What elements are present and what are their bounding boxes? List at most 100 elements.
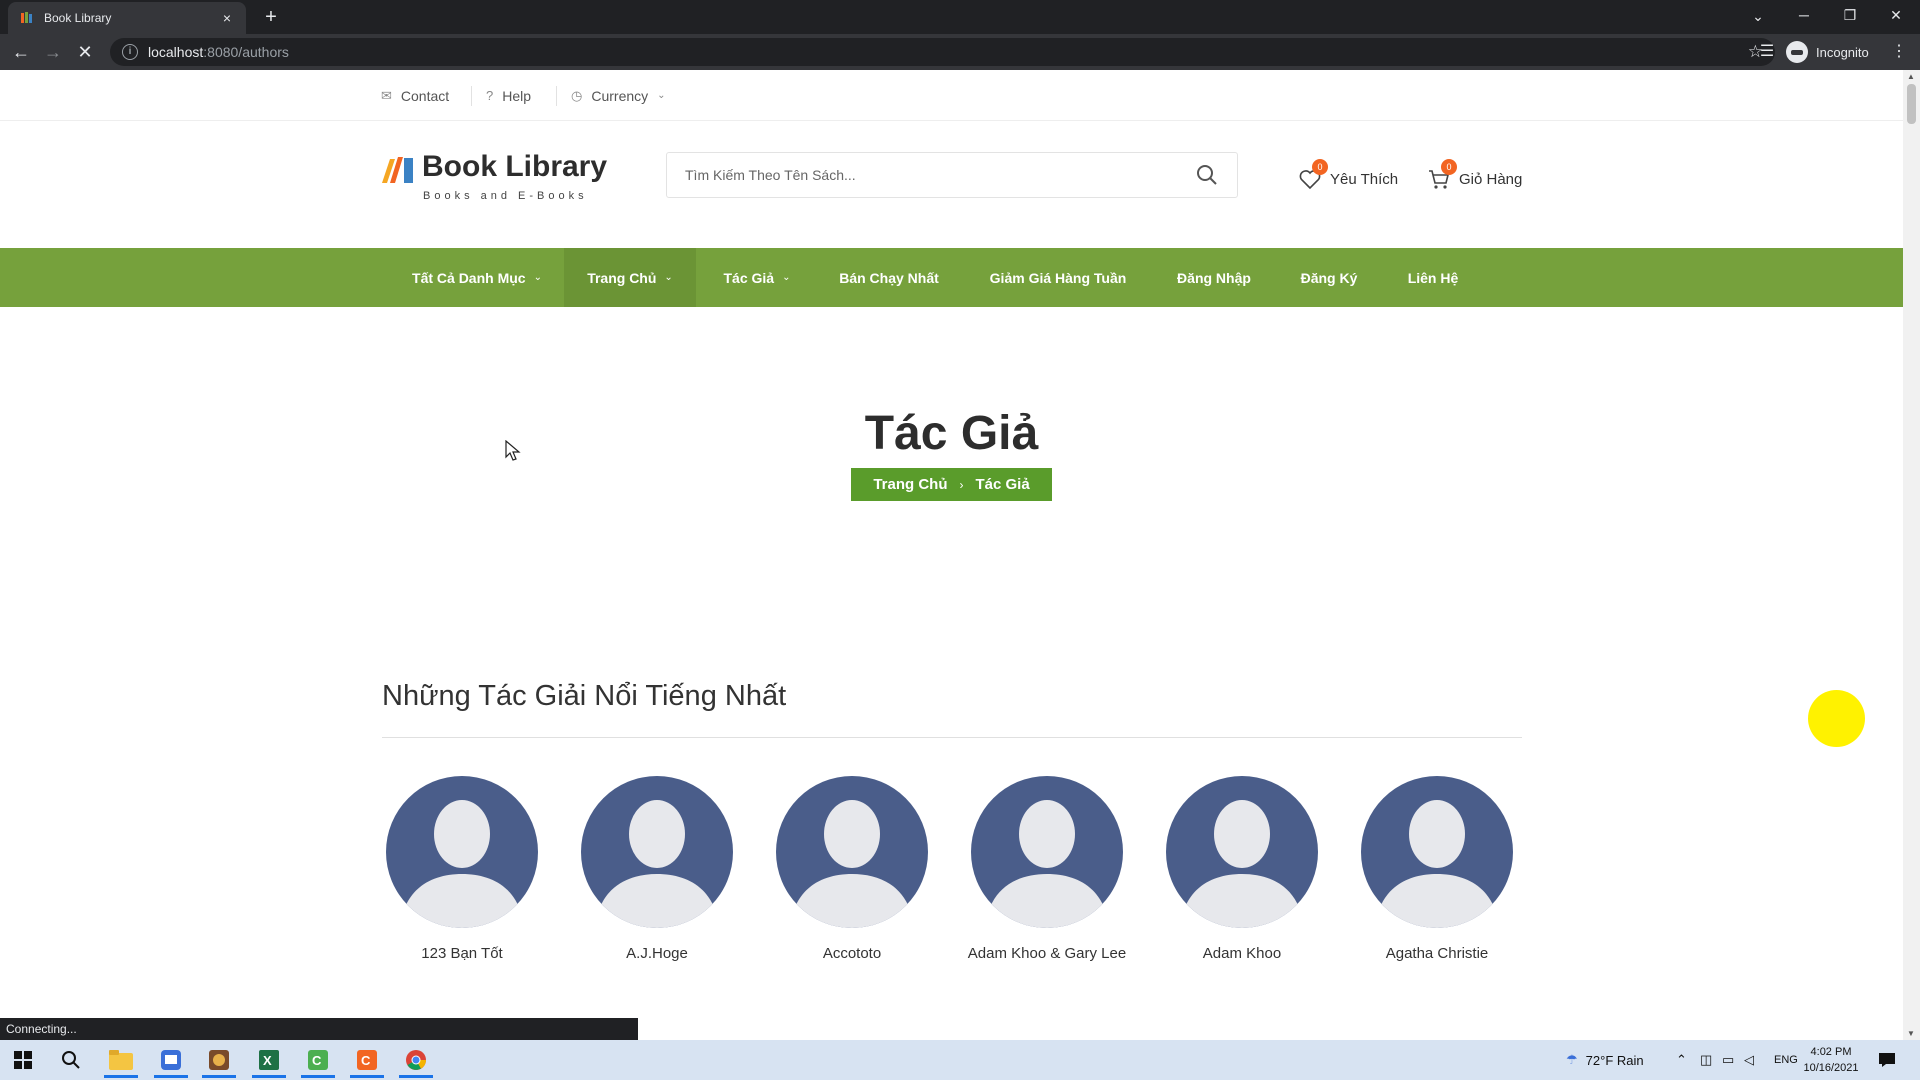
forward-icon[interactable]: → — [40, 39, 66, 65]
remote-app-icon[interactable] — [150, 1042, 192, 1078]
help-link[interactable]: ? Help — [486, 70, 531, 121]
browser-tab[interactable]: Book Library × — [8, 2, 246, 34]
camera-icon: ◫ — [1700, 1052, 1713, 1067]
site-logo[interactable]: Book Library Books and E-Books — [380, 150, 620, 210]
avatar-placeholder-icon — [971, 776, 1123, 928]
author-card[interactable]: Agatha Christie — [1357, 776, 1517, 962]
page-viewport: ✉ Contact ? Help ◷ Currency ⌄ Book Libra… — [0, 70, 1920, 1040]
recorder-app-icon[interactable]: C — [346, 1042, 388, 1078]
contact-link[interactable]: ✉ Contact — [381, 70, 449, 121]
scroll-down-icon[interactable]: ▼ — [1907, 1029, 1915, 1038]
author-name: Adam Khoo & Gary Lee — [967, 945, 1127, 962]
utility-bar: ✉ Contact ? Help ◷ Currency ⌄ — [0, 70, 1903, 121]
nav-item-home[interactable]: Trang Chủ ⌄ — [564, 248, 696, 307]
windows-taskbar: X C C ☂ 72°F Rain ⌃ ◫ ▭ ◁ ENG 4:02 PM 10… — [0, 1040, 1920, 1080]
nav-label: Đăng Nhập — [1177, 269, 1251, 286]
chevron-up-icon: ⌃ — [1676, 1052, 1687, 1067]
tab-close-icon[interactable]: × — [218, 10, 236, 26]
tab-search-icon[interactable]: ⌄ — [1746, 3, 1770, 29]
search-box — [666, 152, 1238, 198]
cart-button[interactable]: 0 Giỏ Hàng — [1427, 159, 1522, 193]
excel-icon[interactable]: X — [248, 1042, 290, 1078]
site-header: Book Library Books and E-Books 0 Yêu Thí… — [0, 122, 1903, 247]
section-divider — [382, 737, 1522, 738]
windows-start-icon[interactable] — [2, 1042, 44, 1078]
speech-bubble-icon — [1879, 1053, 1895, 1067]
wishlist-button[interactable]: 0 Yêu Thích — [1298, 159, 1398, 193]
weather-widget[interactable]: ☂ 72°F Rain — [1566, 1040, 1644, 1080]
currency-icon: ◷ — [571, 87, 583, 103]
nav-item-register[interactable]: Đăng Ký — [1290, 248, 1368, 307]
address-bar[interactable]: i localhost:8080/authors ☆ — [110, 38, 1775, 66]
author-card[interactable]: A.J.Hoge — [577, 776, 737, 962]
volume-muted-icon[interactable]: ◁ — [1744, 1040, 1754, 1080]
mouse-pointer-icon — [505, 440, 521, 461]
nav-item-best-sellers[interactable]: Bán Chạy Nhất — [826, 248, 952, 307]
minimize-icon[interactable]: ─ — [1782, 0, 1826, 30]
notifications-icon[interactable] — [1878, 1040, 1896, 1080]
breadcrumb-home-link[interactable]: Trang Chủ — [873, 476, 947, 493]
page-scrollbar[interactable]: ▲ ▼ — [1903, 70, 1920, 1040]
author-card[interactable]: Accototo — [772, 776, 932, 962]
author-card[interactable]: Adam Khoo & Gary Lee — [967, 776, 1127, 962]
scroll-up-icon[interactable]: ▲ — [1907, 72, 1915, 81]
envelope-icon: ✉ — [381, 87, 392, 103]
logo-subtitle: Books and E-Books — [423, 190, 588, 202]
restore-icon[interactable]: ❐ — [1828, 0, 1872, 30]
nav-item-all-categories[interactable]: Tất Cả Danh Mục ⌄ — [382, 248, 572, 307]
cart-count-badge: 0 — [1441, 159, 1457, 175]
nav-label: Liên Hệ — [1407, 269, 1459, 286]
browser-tab-bar: Book Library × + ⌄ ─ ❐ ✕ — [0, 0, 1920, 34]
meet-now-icon[interactable]: ◫ — [1700, 1040, 1712, 1080]
rain-cloud-icon: ☂ — [1566, 1052, 1578, 1067]
system-clock[interactable]: 4:02 PM 10/16/2021 — [1796, 1044, 1866, 1076]
language-indicator[interactable]: ENG — [1774, 1040, 1798, 1080]
breadcrumb-separator-icon: › — [959, 477, 964, 492]
nav-label: Tác Giả — [723, 269, 775, 286]
search-input[interactable] — [685, 167, 1195, 183]
back-icon[interactable]: ← — [8, 39, 34, 65]
nav-item-login[interactable]: Đăng Nhập — [1166, 248, 1262, 307]
search-icon[interactable] — [1195, 163, 1219, 187]
network-icon[interactable]: ▭ — [1722, 1040, 1734, 1080]
breadcrumb-current: Tác Giả — [975, 476, 1030, 493]
author-name: 123 Bạn Tốt — [421, 945, 503, 962]
stop-loading-icon[interactable]: ✕ — [72, 39, 98, 65]
chevron-down-icon: ⌄ — [664, 272, 673, 283]
weather-text: 72°F Rain — [1585, 1052, 1644, 1068]
scroll-thumb[interactable] — [1907, 84, 1916, 124]
file-explorer-icon[interactable] — [100, 1042, 142, 1078]
author-name: Adam Khoo — [1202, 945, 1282, 962]
chevron-down-icon: ⌄ — [657, 90, 666, 101]
nav-item-contact[interactable]: Liên Hệ — [1396, 248, 1470, 307]
new-tab-button[interactable]: + — [258, 4, 284, 30]
camtasia-icon[interactable]: C — [297, 1042, 339, 1078]
chevron-down-icon: ⌄ — [782, 272, 791, 283]
speaker-icon: ◁ — [1744, 1052, 1754, 1067]
author-name: Agatha Christie — [1385, 945, 1489, 962]
currency-dropdown[interactable]: ◷ Currency ⌄ — [571, 70, 666, 121]
nav-item-authors[interactable]: Tác Giả ⌄ — [706, 248, 808, 307]
author-card[interactable]: Adam Khoo — [1162, 776, 1322, 962]
close-window-icon[interactable]: ✕ — [1874, 0, 1918, 30]
browser-status-bar: Connecting... — [0, 1018, 638, 1040]
chrome-icon[interactable] — [395, 1042, 437, 1078]
incognito-profile-button[interactable]: Incognito — [1786, 39, 1869, 65]
author-card[interactable]: 123 Bạn Tốt — [382, 776, 542, 962]
nav-label: Tất Cả Danh Mục — [412, 269, 526, 286]
nav-item-weekly-deals[interactable]: Giảm Giá Hàng Tuần — [980, 248, 1136, 307]
avatar-placeholder-icon — [776, 776, 928, 928]
avatar-placeholder-icon — [1361, 776, 1513, 928]
nav-label: Trang Chủ — [587, 269, 657, 286]
reading-list-icon[interactable]: ☰ — [1754, 39, 1780, 65]
clock-date: 10/16/2021 — [1803, 1062, 1859, 1074]
media-app-icon[interactable] — [198, 1042, 240, 1078]
currency-label: Currency — [591, 87, 649, 104]
browser-menu-icon[interactable]: ⋮ — [1886, 39, 1912, 65]
svg-text:C: C — [361, 1053, 371, 1068]
site-info-icon[interactable]: i — [122, 44, 138, 60]
show-hidden-icons[interactable]: ⌃ — [1676, 1040, 1687, 1080]
wishlist-icon-wrap: 0 — [1298, 159, 1328, 191]
taskbar-search-icon[interactable] — [50, 1042, 92, 1078]
page-title: Tác Giả — [864, 407, 1039, 460]
